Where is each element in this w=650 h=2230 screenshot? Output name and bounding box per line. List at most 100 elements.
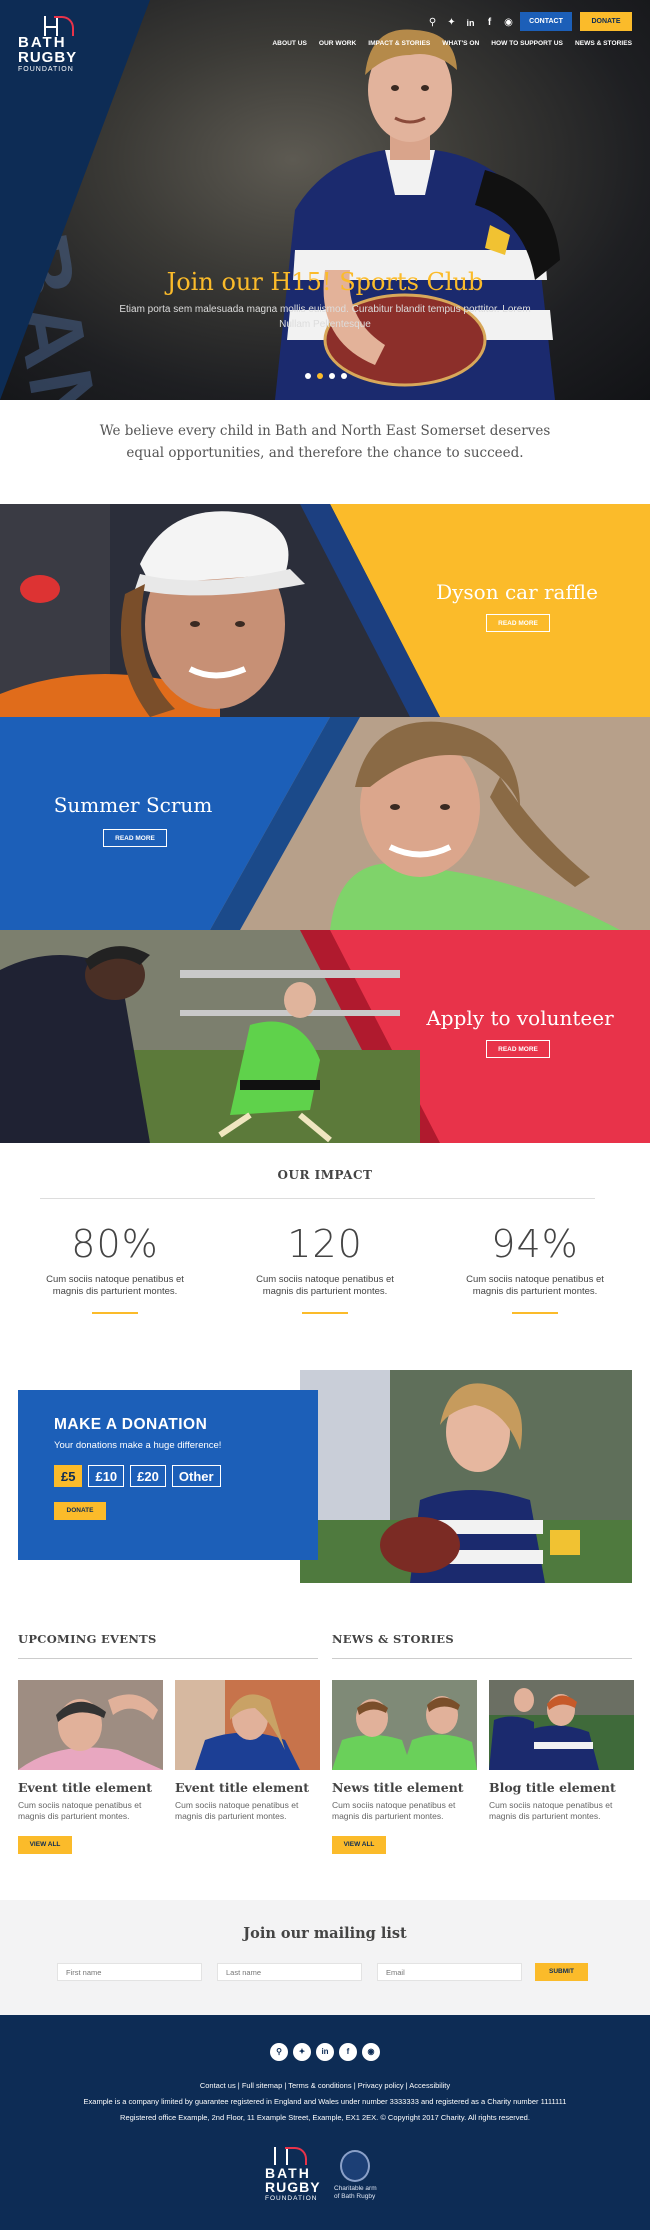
news-card-image: [332, 1680, 477, 1770]
panel-title: Dyson car raffle: [436, 580, 598, 604]
upcoming-events-heading: UPCOMING EVENTS: [18, 1632, 157, 1646]
panel-read-more-button[interactable]: READ MORE: [486, 1040, 550, 1058]
event-card-text: Cum sociis natoque penatibus et magnis d…: [18, 1800, 142, 1821]
carousel-dot-active[interactable]: [317, 373, 323, 379]
hero-title: Join our H15! Sports Club: [166, 268, 484, 296]
email-field[interactable]: [377, 1963, 522, 1981]
first-name-field[interactable]: [57, 1963, 202, 1981]
panel-read-more-button[interactable]: READ MORE: [103, 829, 167, 847]
last-name-field[interactable]: [217, 1963, 362, 1981]
footer-legal-line: Registered office Example, 2nd Floor, 11…: [120, 2113, 530, 2122]
nav-impact-stories[interactable]: IMPACT & STORIES: [368, 40, 430, 47]
search-icon[interactable]: ⚲: [423, 15, 442, 31]
footer-logo[interactable]: BATH RUGBY FOUNDATION: [265, 2147, 323, 2202]
news-view-all-button[interactable]: VIEW ALL: [332, 1836, 386, 1854]
impact-stat: 94% Cum sociis natoque penatibus et magn…: [455, 1222, 615, 1314]
donation-amount-20[interactable]: £20: [130, 1465, 166, 1487]
footer-legal-line: Example is a company limited by guarante…: [83, 2097, 567, 2106]
news-card-title: News title element: [332, 1780, 464, 1795]
impact-stat: 80% Cum sociis natoque penatibus et magn…: [35, 1222, 195, 1314]
twitter-icon[interactable]: ✦: [442, 15, 461, 31]
blog-card[interactable]: Blog title element Cum sociis natoque pe…: [489, 1680, 634, 1822]
donation-text: Your donations make a huge difference!: [54, 1440, 222, 1451]
hero-banner: URBAN BATH RUGBY FOUNDATION ⚲ ✦ in f ◉ C…: [0, 0, 650, 400]
instagram-icon[interactable]: ◉: [499, 15, 518, 31]
instagram-icon[interactable]: ◉: [362, 2043, 380, 2061]
mailing-list-section: Join our mailing list SUBMIT: [0, 1900, 650, 2015]
nav-news-stories[interactable]: NEWS & STORIES: [575, 40, 632, 47]
carousel-dot[interactable]: [305, 373, 311, 379]
facebook-icon[interactable]: f: [480, 15, 499, 31]
events-view-all-button[interactable]: VIEW ALL: [18, 1836, 72, 1854]
mailing-list-heading: Join our mailing list: [243, 1925, 407, 1942]
raffle-photo: [0, 504, 440, 717]
donation-photo: [300, 1370, 632, 1583]
impact-divider: [40, 1198, 595, 1199]
panel-read-more-button[interactable]: READ MORE: [486, 614, 550, 632]
carousel-dot[interactable]: [329, 373, 335, 379]
header-donate-button[interactable]: DONATE: [580, 12, 632, 31]
nav-whats-on[interactable]: WHAT'S ON: [442, 40, 479, 47]
impact-stat-underline: [512, 1312, 558, 1314]
panel-dyson-car-raffle: Dyson car raffle READ MORE: [0, 504, 650, 717]
carousel-dots: [305, 373, 347, 379]
event-card-image: [175, 1680, 320, 1770]
panel-apply-to-volunteer: Apply to volunteer READ MORE: [0, 930, 650, 1143]
hero-player-illustration: [275, 29, 560, 400]
events-divider: [18, 1658, 318, 1659]
event-card[interactable]: Event title element Cum sociis natoque p…: [175, 1680, 320, 1822]
charitable-arm-text: Charitable arm of Bath Rugby: [334, 2185, 377, 2201]
nav-how-to-support-us[interactable]: HOW TO SUPPORT US: [491, 40, 563, 47]
nav-about-us[interactable]: ABOUT US: [272, 40, 306, 47]
logo-line-foundation: FOUNDATION: [265, 2195, 318, 2202]
search-icon[interactable]: ⚲: [270, 2043, 288, 2061]
footer-link-terms[interactable]: Terms & conditions: [288, 2081, 351, 2090]
footer-link-contact[interactable]: Contact us: [200, 2081, 236, 2090]
logo-swoosh-icon: [54, 16, 74, 36]
donate-button[interactable]: DONATE: [54, 1502, 106, 1520]
footer-link-privacy[interactable]: Privacy policy: [358, 2081, 404, 2090]
footer-links: Contact us | Full sitemap | Terms & cond…: [199, 2081, 451, 2090]
footer-link-sitemap[interactable]: Full sitemap: [242, 2081, 282, 2090]
linkedin-icon[interactable]: in: [461, 15, 480, 31]
volunteer-photo: [0, 930, 440, 1143]
panel-summer-scrum: Summer Scrum READ MORE: [0, 717, 650, 930]
submit-button[interactable]: SUBMIT: [535, 1963, 588, 1981]
blog-card-title: Blog title element: [489, 1780, 616, 1795]
linkedin-icon[interactable]: in: [316, 2043, 334, 2061]
summer-scrum-photo: [210, 717, 650, 930]
footer-link-accessibility[interactable]: Accessibility: [409, 2081, 450, 2090]
contact-button[interactable]: CONTACT: [520, 12, 572, 31]
news-divider: [332, 1658, 632, 1659]
bath-rugby-crest-icon: [340, 2150, 370, 2182]
news-stories-heading: NEWS & STORIES: [332, 1632, 454, 1646]
donation-box: MAKE A DONATION Your donations make a hu…: [18, 1390, 318, 1560]
blog-card-text: Cum sociis natoque penatibus et magnis d…: [489, 1800, 613, 1821]
impact-stat-text: Cum sociis natoque penatibus et magnis d…: [256, 1274, 394, 1297]
nav-our-work[interactable]: OUR WORK: [319, 40, 356, 47]
donation-amount-5[interactable]: £5: [54, 1465, 83, 1487]
donation-heading: MAKE A DONATION: [54, 1416, 208, 1433]
news-card[interactable]: News title element Cum sociis natoque pe…: [332, 1680, 477, 1822]
logo-line-rugby: RUGBY: [18, 49, 78, 66]
site-footer: ⚲ ✦ in f ◉ Contact us | Full sitemap | T…: [0, 2015, 650, 2230]
blog-card-image: [489, 1680, 634, 1770]
impact-stat-underline: [302, 1312, 348, 1314]
facebook-icon[interactable]: f: [339, 2043, 357, 2061]
donation-amounts: £5 £10 £20 Other: [54, 1465, 221, 1487]
footer-social-icons: ⚲ ✦ in f ◉: [270, 2043, 380, 2061]
charity-line: of Bath Rugby: [334, 2193, 376, 2200]
event-card-title: Event title element: [175, 1780, 310, 1795]
logo-line-rugby: RUGBY: [265, 2179, 321, 2195]
header-icon-bar: ⚲ ✦ in f ◉: [423, 15, 518, 31]
twitter-icon[interactable]: ✦: [293, 2043, 311, 2061]
donation-amount-10[interactable]: £10: [88, 1465, 125, 1487]
impact-stat-value: 80%: [71, 1222, 159, 1266]
donation-amount-other[interactable]: Other: [171, 1465, 221, 1487]
impact-stat-text: Cum sociis natoque penatibus et magnis d…: [466, 1274, 604, 1297]
bath-rugby-foundation-logo[interactable]: BATH RUGBY FOUNDATION: [18, 16, 78, 73]
carousel-dot[interactable]: [341, 373, 347, 379]
news-card-text: Cum sociis natoque penatibus et magnis d…: [332, 1800, 456, 1821]
event-card[interactable]: Event title element Cum sociis natoque p…: [18, 1680, 163, 1822]
impact-stat-underline: [92, 1312, 138, 1314]
